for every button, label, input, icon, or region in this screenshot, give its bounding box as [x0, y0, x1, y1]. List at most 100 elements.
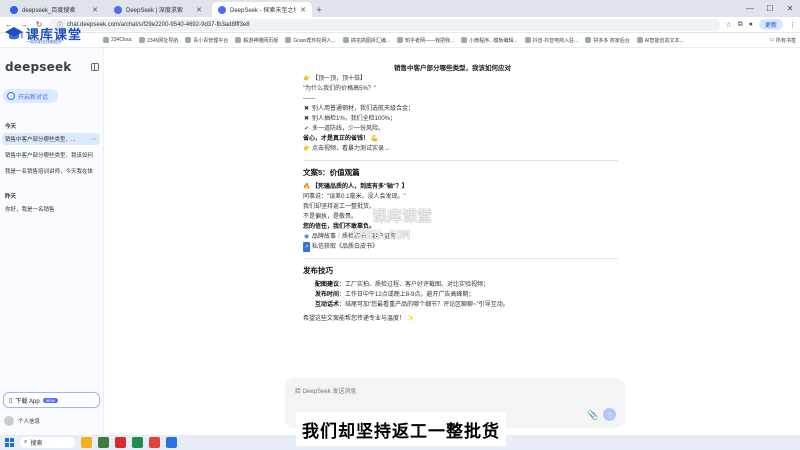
list-item: 互动话术：结尾可加"您最看重产品的哪个细节？评论区聊聊~"引导互动。 — [315, 300, 623, 310]
bookmarks-bar: 234Clouc 2345网址导航 青小青管理平台 毅游神雕网页版 Grass帮… — [0, 33, 800, 48]
message-line: —— — [303, 96, 315, 102]
close-window-icon[interactable]: ✕ — [780, 0, 800, 17]
check-mark-icon: ✔ — [303, 126, 310, 132]
new-chat-button[interactable]: 开启新对话 — [3, 89, 58, 103]
app-icon[interactable] — [98, 437, 109, 448]
message-line: 希望这些文案能帮您传递专业与温度！ ✨ — [303, 316, 415, 322]
divider — [303, 160, 618, 161]
bookmark-item[interactable]: 小微程序...模板编辑... — [461, 37, 518, 44]
bookmark-item[interactable]: AI智能创造文本... — [636, 37, 684, 44]
windows-start-icon[interactable] — [5, 438, 14, 447]
tab-label: deepseek_百度搜索 — [22, 8, 76, 14]
bookmark-favicon-icon — [285, 37, 292, 43]
message-line: ✔ 多一道防线，少一份风险。 — [303, 126, 385, 132]
history-group-yesterday: 昨天 — [5, 194, 17, 200]
bookmark-favicon-icon — [636, 37, 643, 43]
bookmark-item[interactable]: 知乎者网——我把我... — [396, 37, 454, 44]
send-button[interactable]: ↑ — [603, 408, 616, 421]
message-line: 同事说："误差0.1毫米，没人会发现。" — [303, 194, 406, 200]
more-options-icon[interactable]: ··· — [90, 136, 97, 143]
close-tab-icon[interactable]: ✕ — [92, 6, 98, 14]
bookmark-favicon-icon — [235, 37, 242, 43]
history-item[interactable]: 我是一名销售培训讲师，今天我在体 — [2, 165, 100, 177]
address-toolbar: ← → ↻ ⓘ chat.deepseek.com/a/chat/s/f29e2… — [0, 17, 800, 33]
tab-deepseek-chat[interactable]: DeepSeek - 探索未至之境 ✕ — [212, 2, 312, 17]
new-chat-label: 开启新对话 — [18, 94, 49, 101]
maximize-icon[interactable]: ☐ — [760, 0, 780, 17]
profile-label: 个人信息 — [18, 419, 41, 425]
search-icon: ⌕ — [24, 439, 28, 445]
message-line: 🔥 【死磕品质的人，到底有多"轴"？】 — [303, 184, 408, 190]
globe-icon: ◉ — [303, 234, 310, 240]
collapse-sidebar-icon[interactable] — [91, 63, 99, 71]
menu-icon[interactable]: ⋮ — [789, 21, 796, 29]
download-app-button[interactable]: ▯ 下载 App NEW — [3, 392, 100, 408]
sparkle-icon: ✨ — [406, 316, 415, 322]
deepseek-favicon-icon — [114, 5, 122, 14]
watermark-logo-subtitle: 一站式职业技能提升 — [26, 39, 62, 44]
close-tab-icon[interactable]: ✕ — [196, 6, 202, 14]
bookmark-favicon-icon — [396, 37, 403, 43]
extensions-icon[interactable]: ⧉ — [738, 21, 743, 29]
toolbar-right: ☆ ⧉ ● 更新 ⋮ — [725, 19, 796, 30]
chat-title: 销售中客户部分哪些类型，我该如何应对 — [394, 65, 511, 72]
section-heading: 发布技巧 — [303, 266, 333, 275]
bookmark-favicon-icon — [139, 37, 146, 43]
phone-icon: ▯ — [9, 397, 13, 404]
bookmark-item[interactable]: Grass帮你挖网人... — [285, 37, 336, 44]
bookmark-item[interactable]: 青小青管理平台 — [185, 37, 228, 44]
sidebar: deepseek 开启新对话 今天 销售中客户部分哪些类型、... ··· 销售… — [0, 48, 104, 435]
update-button[interactable]: 更新 — [758, 19, 783, 30]
profile-icon[interactable]: ● — [749, 21, 753, 28]
bookmark-item[interactable]: 搞花搞图拆汇编... — [342, 37, 390, 44]
message-line: 👉 点击视频，看暴力测试实录→ — [303, 146, 391, 152]
composer-placeholder: 给 DeepSeek 发送消息 — [295, 389, 357, 395]
history-item[interactable]: 销售中客户部分哪些类型，我该如何 — [2, 149, 100, 161]
sparkle-app-icon[interactable] — [81, 437, 92, 448]
tips-list: 配图建议：工厂实拍、质检过程、客户好评截图、对比实验视频； 发布时间：工作日中午… — [303, 280, 623, 310]
bookmark-favicon-icon — [103, 37, 109, 43]
paperclip-icon[interactable]: 📎 — [587, 410, 598, 421]
tab-label: DeepSeek - 探索未至之境 — [230, 8, 297, 14]
bookmark-item[interactable]: 毅游神雕网页版 — [235, 37, 278, 44]
tab-baidu-search[interactable]: deepseek_百度搜索 ✕ — [4, 2, 104, 17]
bookmark-item[interactable]: 2345网址导航 — [139, 37, 178, 44]
message-line: 我们却坚持返工一整批货。 — [303, 204, 376, 210]
history-item[interactable]: 你好，我是一名销售 — [2, 203, 100, 215]
close-tab-icon[interactable]: ✕ — [300, 6, 306, 14]
bookmark-item[interactable]: 抖音·抖音电商入驻... — [524, 37, 578, 44]
app-icon[interactable] — [149, 437, 160, 448]
message-line: ✖ 别人用普通钢材，我们选航天级合金； — [303, 106, 415, 112]
bookmark-item[interactable]: 234Clouc — [103, 37, 132, 43]
watermark-center-url: KEKU.COM — [352, 228, 410, 242]
history-item-title: 我是一名销售培训讲师，今天我在体 — [5, 169, 94, 175]
chrome-icon[interactable] — [166, 437, 177, 448]
profile-button[interactable]: 个人信息 — [4, 416, 40, 426]
deepseek-favicon-icon — [218, 5, 226, 14]
tab-deepseek-home[interactable]: DeepSeek | 深度求索 ✕ — [108, 2, 208, 17]
cross-mark-icon: ✖ — [303, 116, 310, 122]
address-bar[interactable]: ⓘ chat.deepseek.com/a/chat/s/f29e2200-95… — [49, 18, 721, 31]
new-tab-button[interactable]: + — [312, 2, 326, 17]
pointing-icon: 👉 — [303, 76, 311, 82]
taskbar-search[interactable]: ⌕ 搜索 — [20, 437, 75, 448]
arrow-up-icon: ↑ — [607, 410, 612, 419]
app-icon[interactable] — [132, 437, 143, 448]
wps-icon[interactable] — [115, 437, 126, 448]
address-text: chat.deepseek.com/a/chat/s/f29e2200-9540… — [67, 21, 250, 28]
star-icon[interactable]: ☆ — [725, 21, 731, 29]
baidu-favicon-icon — [10, 5, 18, 14]
history-item-title: 销售中客户部分哪些类型、... — [5, 137, 76, 143]
minimize-icon[interactable]: — — [740, 0, 760, 17]
video-subtitle: 我们却坚持返工一整批货 — [296, 412, 506, 446]
new-badge: NEW — [42, 397, 58, 403]
pointing-icon: 👉 — [303, 146, 311, 152]
bookmark-item[interactable]: 拼多多 商家后台 — [585, 37, 630, 44]
folder-icon: ▭ — [769, 37, 774, 43]
all-bookmarks[interactable]: ▭ 所有书签 — [769, 37, 796, 44]
message-line: 👉 【顶一顶，顶十倍】 — [303, 76, 367, 82]
download-app-label: 下载 App — [15, 398, 40, 405]
history-item[interactable]: 销售中客户部分哪些类型、... ··· — [2, 133, 100, 145]
history-group-today: 今天 — [5, 124, 17, 130]
list-item: 发布时间：工作日中午12点或晚上8-9点，避开广告高峰期； — [315, 290, 623, 300]
